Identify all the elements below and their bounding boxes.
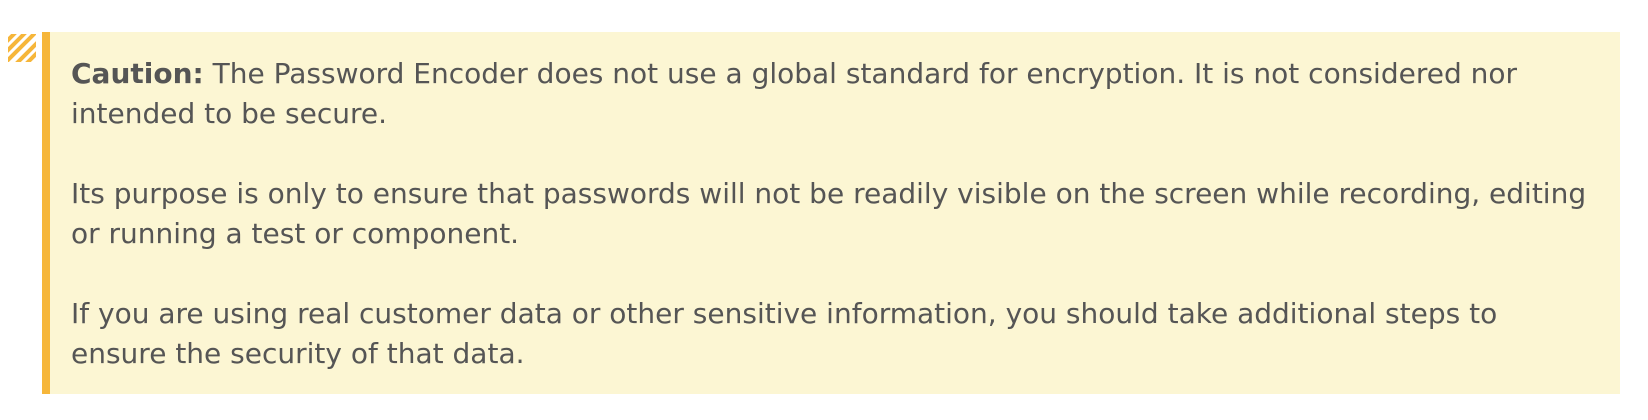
callout-paragraph-3: If you are using real customer data or o…: [71, 297, 1498, 370]
callout-paragraph-2: Its purpose is only to ensure that passw…: [71, 177, 1587, 250]
caution-label: Caution:: [71, 57, 204, 90]
caution-stripes-icon: [8, 34, 36, 62]
caution-callout: Caution: The Password Encoder does not u…: [42, 32, 1620, 394]
callout-paragraph-1: Caution: The Password Encoder does not u…: [71, 54, 1590, 134]
callout-paragraph-1-text: The Password Encoder does not use a glob…: [71, 57, 1517, 130]
